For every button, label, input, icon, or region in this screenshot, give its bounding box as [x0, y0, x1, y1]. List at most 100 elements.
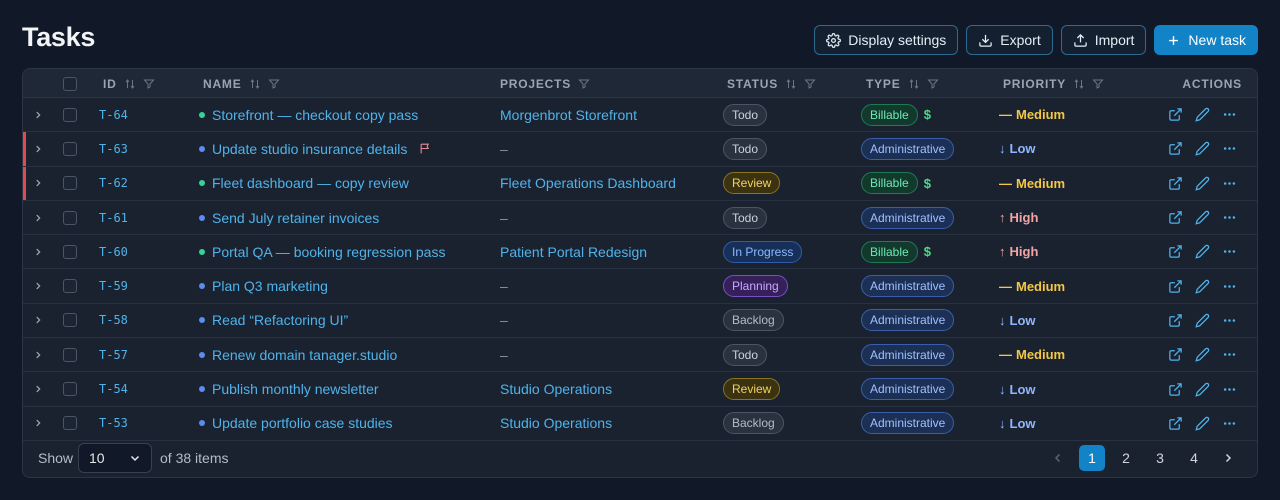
task-name-link[interactable]: Fleet dashboard — copy review	[212, 175, 409, 191]
expand-chevron-icon[interactable]	[33, 372, 43, 405]
more-options-icon[interactable]	[1222, 313, 1237, 328]
sort-icon[interactable]	[1073, 78, 1085, 90]
table-row[interactable]: T-64 Storefront — checkout copy pass Mor…	[23, 98, 1257, 133]
edit-pencil-icon[interactable]	[1195, 313, 1210, 328]
more-options-icon[interactable]	[1222, 141, 1237, 156]
next-page-button[interactable]	[1215, 445, 1241, 471]
filter-icon[interactable]	[926, 78, 939, 90]
more-options-icon[interactable]	[1222, 382, 1237, 397]
task-id[interactable]: T-62	[99, 167, 128, 200]
filter-icon[interactable]	[804, 78, 816, 90]
more-options-icon[interactable]	[1222, 416, 1237, 431]
edit-pencil-icon[interactable]	[1195, 244, 1210, 259]
task-id[interactable]: T-59	[99, 269, 128, 302]
task-id[interactable]: T-63	[99, 132, 128, 165]
project-link[interactable]: Studio Operations	[500, 372, 612, 405]
task-id[interactable]: T-58	[99, 304, 128, 337]
filter-icon[interactable]	[1092, 78, 1104, 90]
sort-icon[interactable]	[785, 78, 797, 90]
row-checkbox[interactable]	[63, 416, 77, 431]
expand-chevron-icon[interactable]	[33, 167, 43, 200]
task-name-link[interactable]: Update portfolio case studies	[212, 415, 393, 431]
expand-chevron-icon[interactable]	[33, 132, 43, 165]
edit-pencil-icon[interactable]	[1195, 347, 1210, 362]
project-link[interactable]: –	[500, 201, 508, 234]
page-size-select[interactable]: 10	[78, 443, 152, 473]
page-button-1[interactable]: 1	[1079, 445, 1105, 471]
more-options-icon[interactable]	[1222, 347, 1237, 362]
open-external-icon[interactable]	[1168, 210, 1183, 225]
column-name[interactable]: NAME	[203, 69, 280, 98]
task-name-link[interactable]: Portal QA — booking regression pass	[212, 244, 445, 260]
row-checkbox[interactable]	[63, 176, 77, 191]
filter-icon[interactable]	[143, 78, 155, 90]
export-button[interactable]: Export	[966, 25, 1053, 55]
project-link[interactable]: –	[500, 269, 508, 302]
column-priority[interactable]: PRIORITY	[1003, 69, 1104, 98]
edit-pencil-icon[interactable]	[1195, 279, 1210, 294]
open-external-icon[interactable]	[1168, 107, 1183, 122]
project-link[interactable]: Morgenbrot Storefront	[500, 98, 637, 131]
expand-chevron-icon[interactable]	[33, 304, 43, 337]
table-row[interactable]: T-59 Plan Q3 marketing – Planning Admini…	[23, 269, 1257, 304]
expand-chevron-icon[interactable]	[33, 338, 43, 371]
edit-pencil-icon[interactable]	[1195, 416, 1210, 431]
open-external-icon[interactable]	[1168, 244, 1183, 259]
more-options-icon[interactable]	[1222, 244, 1237, 259]
row-checkbox[interactable]	[63, 313, 77, 328]
edit-pencil-icon[interactable]	[1195, 176, 1210, 191]
task-name-link[interactable]: Publish monthly newsletter	[212, 381, 379, 397]
table-row[interactable]: T-61 Send July retainer invoices – Todo …	[23, 201, 1257, 236]
filter-icon[interactable]	[267, 78, 280, 90]
open-external-icon[interactable]	[1168, 279, 1183, 294]
more-options-icon[interactable]	[1222, 210, 1237, 225]
sort-icon[interactable]	[249, 78, 261, 90]
task-id[interactable]: T-64	[99, 98, 128, 131]
edit-pencil-icon[interactable]	[1195, 382, 1210, 397]
row-checkbox[interactable]	[63, 382, 77, 397]
sort-icon[interactable]	[124, 78, 136, 90]
project-link[interactable]: –	[500, 132, 508, 165]
row-checkbox[interactable]	[63, 347, 77, 362]
more-options-icon[interactable]	[1222, 176, 1237, 191]
edit-pencil-icon[interactable]	[1195, 107, 1210, 122]
display-settings-button[interactable]: Display settings	[814, 25, 959, 55]
table-row[interactable]: T-60 Portal QA — booking regression pass…	[23, 235, 1257, 270]
column-projects[interactable]: PROJECTS	[500, 69, 590, 98]
page-button-2[interactable]: 2	[1113, 445, 1139, 471]
table-row[interactable]: T-54 Publish monthly newsletter Studio O…	[23, 372, 1257, 407]
table-row[interactable]: T-57 Renew domain tanager.studio – Todo …	[23, 338, 1257, 373]
sort-icon[interactable]	[908, 78, 920, 90]
open-external-icon[interactable]	[1168, 176, 1183, 191]
expand-chevron-icon[interactable]	[33, 201, 43, 234]
expand-chevron-icon[interactable]	[33, 269, 43, 302]
task-name-link[interactable]: Update studio insurance details	[212, 141, 407, 157]
row-checkbox[interactable]	[63, 141, 77, 156]
column-type[interactable]: TYPE	[866, 69, 939, 98]
select-all-checkbox[interactable]	[63, 76, 77, 91]
open-external-icon[interactable]	[1168, 382, 1183, 397]
task-name-link[interactable]: Storefront — checkout copy pass	[212, 107, 418, 123]
table-row[interactable]: T-53 Update portfolio case studies Studi…	[23, 407, 1257, 441]
project-link[interactable]: –	[500, 304, 508, 337]
page-button-3[interactable]: 3	[1147, 445, 1173, 471]
expand-chevron-icon[interactable]	[33, 98, 43, 131]
task-name-link[interactable]: Send July retainer invoices	[212, 210, 379, 226]
new-task-button[interactable]: New task	[1154, 25, 1258, 55]
table-row[interactable]: T-58 Read “Refactoring UI” – Backlog Adm…	[23, 304, 1257, 339]
task-id[interactable]: T-57	[99, 338, 128, 371]
open-external-icon[interactable]	[1168, 141, 1183, 156]
prev-page-button[interactable]	[1045, 445, 1071, 471]
import-button[interactable]: Import	[1060, 25, 1147, 55]
open-external-icon[interactable]	[1168, 347, 1183, 362]
row-checkbox[interactable]	[63, 244, 77, 259]
row-checkbox[interactable]	[63, 279, 77, 294]
expand-chevron-icon[interactable]	[33, 407, 43, 440]
open-external-icon[interactable]	[1168, 416, 1183, 431]
more-options-icon[interactable]	[1222, 279, 1237, 294]
edit-pencil-icon[interactable]	[1195, 210, 1210, 225]
project-link[interactable]: Patient Portal Redesign	[500, 235, 647, 268]
task-id[interactable]: T-54	[99, 372, 128, 405]
task-name-link[interactable]: Plan Q3 marketing	[212, 278, 328, 294]
filter-icon[interactable]	[578, 78, 590, 90]
